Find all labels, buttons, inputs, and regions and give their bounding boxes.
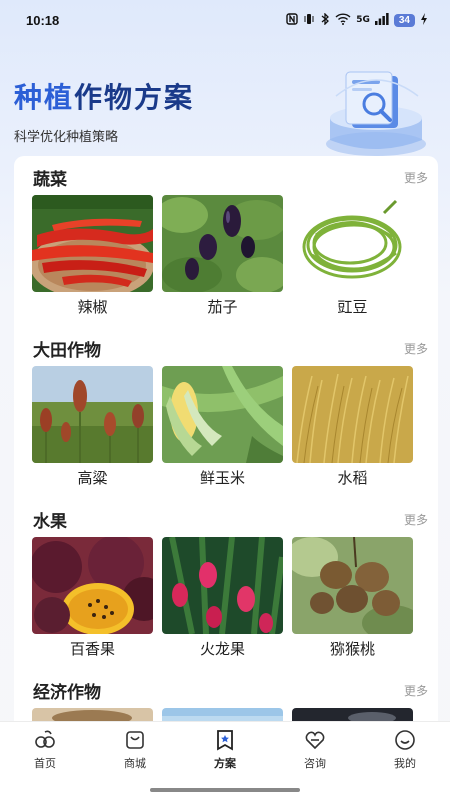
rice-photo bbox=[292, 366, 413, 463]
crop-tile-rice[interactable]: 水稻 bbox=[292, 366, 413, 489]
tab-label: 咨询 bbox=[304, 757, 326, 770]
crop-tile-eggplant[interactable]: 茄子 bbox=[162, 195, 283, 318]
section-header: 蔬菜 更多 bbox=[14, 159, 438, 195]
corn-photo bbox=[162, 366, 283, 463]
crop-tile-passion-fruit[interactable]: 百香果 bbox=[32, 537, 153, 660]
page-subtitle: 科学优化种植策略 bbox=[14, 130, 119, 145]
crop-tile-label: 鲜玉米 bbox=[199, 469, 245, 487]
cowpea-photo bbox=[292, 195, 413, 292]
section-title: 经济作物 bbox=[33, 682, 101, 703]
tab-label: 我的 bbox=[394, 757, 416, 770]
page-title-accent: 种植 bbox=[14, 81, 75, 114]
section-title: 水果 bbox=[33, 511, 67, 532]
more-link[interactable]: 更多 bbox=[404, 511, 428, 528]
passion-fruit-photo bbox=[32, 537, 153, 634]
tab-label: 方案 bbox=[214, 757, 236, 770]
tab-label: 商城 bbox=[124, 757, 146, 770]
home-indicator[interactable] bbox=[150, 788, 300, 792]
vibrate-icon bbox=[303, 13, 315, 28]
crop-tile-sorghum[interactable]: 高粱 bbox=[32, 366, 153, 489]
status-time: 10:18 bbox=[26, 12, 60, 28]
home-icon bbox=[35, 730, 55, 748]
section-title: 蔬菜 bbox=[33, 169, 67, 190]
signal-icon bbox=[374, 12, 389, 28]
tab-shop[interactable]: 商城 bbox=[105, 728, 165, 771]
kiwi-photo bbox=[292, 537, 413, 634]
chili-pepper-photo bbox=[32, 195, 153, 292]
section-field-crops: 大田作物 更多 高粱 鲜玉米 水稻 bbox=[14, 330, 438, 489]
battery-level: 34 bbox=[393, 13, 415, 27]
section-fruits: 水果 更多 百香果 火龙果 猕猴桃 bbox=[14, 501, 438, 660]
network-type: 5G bbox=[356, 15, 370, 25]
crop-tile-label: 火龙果 bbox=[199, 640, 245, 658]
crop-tile-cowpea[interactable]: 豇豆 bbox=[292, 195, 413, 318]
hero-banner: 种植作物方案 科学优化种植策略 bbox=[0, 40, 450, 160]
crop-tile-label: 百香果 bbox=[69, 640, 115, 658]
section-header: 大田作物 更多 bbox=[14, 330, 438, 366]
more-link[interactable]: 更多 bbox=[404, 169, 428, 186]
shop-icon bbox=[126, 731, 144, 749]
status-icons: 5G 34 bbox=[286, 11, 428, 28]
page-title-rest: 作物方案 bbox=[74, 81, 195, 114]
tab-consult[interactable]: 咨询 bbox=[285, 728, 345, 771]
crop-tile-label: 豇豆 bbox=[337, 298, 368, 316]
crop-tile-label: 水稻 bbox=[337, 469, 368, 487]
crop-tiles: 百香果 火龙果 猕猴桃 bbox=[14, 537, 438, 660]
crop-tiles: 高粱 鲜玉米 水稻 bbox=[14, 366, 438, 489]
nfc-icon bbox=[286, 12, 298, 28]
crop-tile-corn[interactable]: 鲜玉米 bbox=[162, 366, 283, 489]
page-title: 种植作物方案 bbox=[14, 76, 194, 116]
tab-profile[interactable]: 我的 bbox=[375, 728, 435, 771]
tab-plan[interactable]: 方案 bbox=[195, 728, 255, 771]
tab-home[interactable]: 首页 bbox=[15, 728, 75, 771]
hero-illustration bbox=[326, 71, 426, 156]
bluetooth-icon bbox=[320, 11, 330, 28]
section-title: 大田作物 bbox=[33, 340, 101, 361]
charging-icon bbox=[420, 12, 428, 28]
crop-tile-chili[interactable]: 辣椒 bbox=[32, 195, 153, 318]
wifi-icon bbox=[335, 12, 351, 28]
sorghum-photo bbox=[32, 366, 153, 463]
crop-tile-label: 高粱 bbox=[77, 469, 108, 487]
crop-tile-kiwi[interactable]: 猕猴桃 bbox=[292, 537, 413, 660]
eggplant-photo bbox=[162, 195, 283, 292]
profile-icon bbox=[395, 730, 415, 750]
crop-tile-label: 猕猴桃 bbox=[329, 640, 375, 658]
crop-tile-label: 辣椒 bbox=[77, 298, 108, 316]
crop-tiles: 辣椒 茄子 豇豆 bbox=[14, 195, 438, 318]
plan-icon bbox=[217, 730, 233, 751]
crop-tile-label: 茄子 bbox=[207, 298, 238, 316]
section-vegetables: 蔬菜 更多 辣椒 茄子 豇豆 bbox=[14, 159, 438, 318]
section-header: 水果 更多 bbox=[14, 501, 438, 537]
crop-category-card: 蔬菜 更多 辣椒 茄子 豇豆 大田作物 更多 高粱 鲜玉米 水稻 水果 更多 百… bbox=[14, 156, 438, 736]
crop-tile-dragon-fruit[interactable]: 火龙果 bbox=[162, 537, 283, 660]
status-bar: 10:18 5G 34 bbox=[0, 0, 450, 40]
tab-label: 首页 bbox=[34, 757, 56, 770]
consult-icon bbox=[305, 731, 325, 750]
more-link[interactable]: 更多 bbox=[404, 340, 428, 357]
dragon-fruit-photo bbox=[162, 537, 283, 634]
more-link[interactable]: 更多 bbox=[404, 682, 428, 699]
section-header: 经济作物 更多 bbox=[14, 672, 438, 708]
